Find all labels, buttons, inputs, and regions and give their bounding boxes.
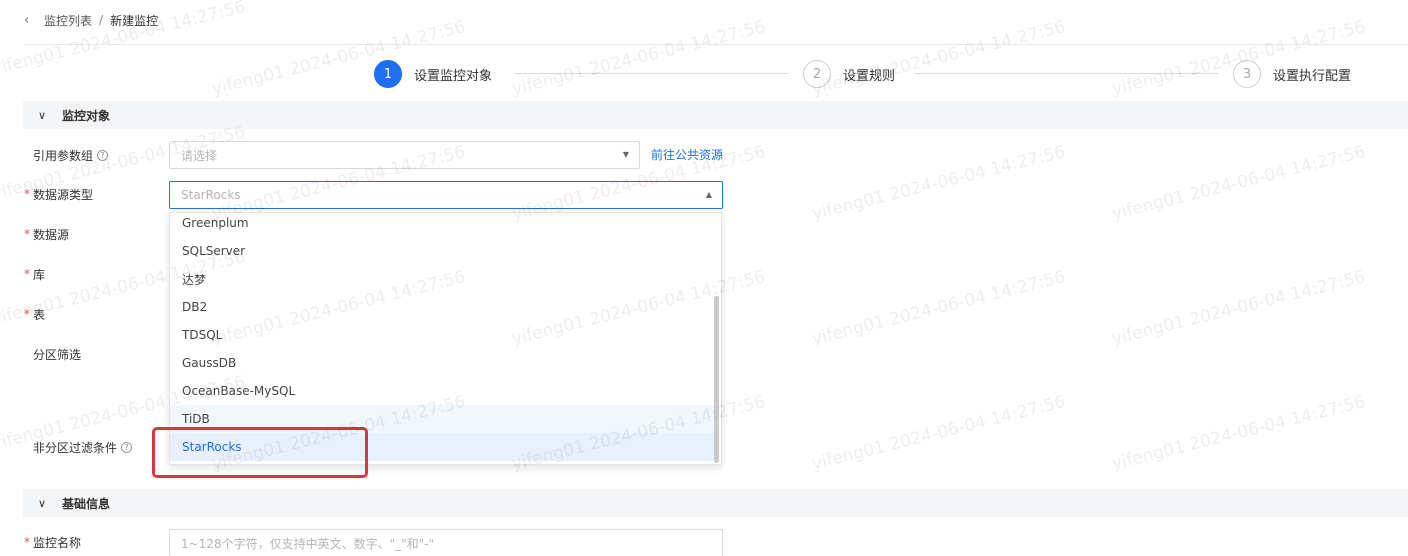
dropdown-option-greenplum[interactable]: Greenplum <box>170 213 716 237</box>
required-mark: * <box>24 267 30 281</box>
datasource-type-label: * 数据源类型 <box>24 184 93 204</box>
database-label-text: 库 <box>33 267 46 282</box>
required-mark: * <box>24 227 30 241</box>
breadcrumb: ‹ 监控列表 / 新建监控 <box>24 11 158 29</box>
param-group-placeholder: 请选择 <box>181 148 218 163</box>
table-label: * 表 <box>24 304 45 324</box>
datasource-label-text: 数据源 <box>33 227 70 242</box>
dropdown-option-sqlserver[interactable]: SQLServer <box>170 237 716 265</box>
monitor-name-input[interactable]: 1~128个字符，仅支持中英文、数字、"_"和"-" <box>169 529 723 556</box>
param-group-select[interactable]: 请选择 ▼ <box>169 141 640 169</box>
step-indicator: 1 设置监控对象 2 设置规则 3 设置执行配置 <box>0 59 1408 89</box>
step-3-number: 3 <box>1233 60 1261 88</box>
watermark: yifeng01 2024-06-04 14:27:56 <box>810 142 1068 225</box>
non-partition-filter-label: 非分区过滤条件 ? <box>24 437 133 457</box>
section-monitor-object[interactable]: ∨ 监控对象 <box>23 101 1408 129</box>
help-icon[interactable]: ? <box>97 149 109 161</box>
non-partition-filter-label-text: 非分区过滤条件 <box>33 440 118 455</box>
dropdown-option-gaussdb[interactable]: GaussDB <box>170 349 716 377</box>
datasource-type-value: StarRocks <box>181 188 241 202</box>
breadcrumb-current: 新建监控 <box>110 13 159 28</box>
breadcrumb-separator: / <box>99 13 104 27</box>
header-divider <box>24 44 1408 45</box>
caret-up-icon: ▲ <box>705 190 712 199</box>
monitor-name-placeholder: 1~128个字符，仅支持中英文、数字、"_"和"-" <box>181 536 435 551</box>
back-arrow-icon[interactable]: ‹ <box>24 13 38 28</box>
section-basic-info-title: 基础信息 <box>62 496 111 511</box>
required-mark: * <box>24 187 30 201</box>
step-3[interactable]: 3 设置执行配置 <box>1233 60 1351 88</box>
step-2-number: 2 <box>803 60 831 88</box>
param-group-label: 引用参数组 ? <box>24 145 109 165</box>
section-monitor-object-title: 监控对象 <box>62 108 111 123</box>
step-1-number: 1 <box>374 60 402 88</box>
partition-filter-label-text: 分区筛选 <box>33 347 82 362</box>
param-group-label-text: 引用参数组 <box>33 148 94 163</box>
help-icon[interactable]: ? <box>121 441 133 453</box>
table-label-text: 表 <box>33 307 46 322</box>
monitor-name-label: * 监控名称 <box>24 532 81 552</box>
monitor-name-label-text: 监控名称 <box>33 535 82 550</box>
dropdown-option-dameng[interactable]: 达梦 <box>170 265 716 293</box>
dropdown-option-oceanbase-mysql[interactable]: OceanBase-MySQL <box>170 377 716 405</box>
datasource-type-label-text: 数据源类型 <box>33 187 94 202</box>
watermark: yifeng01 2024-06-04 14:27:56 <box>810 392 1068 475</box>
section-basic-info[interactable]: ∨ 基础信息 <box>23 489 1408 517</box>
watermark: yifeng01 2024-06-04 14:27:56 <box>1110 392 1368 475</box>
caret-down-icon: ▼ <box>622 150 629 159</box>
step-connector-2 <box>914 73 1218 74</box>
dropdown-scrollbar[interactable] <box>714 296 719 463</box>
breadcrumb-monitor-list[interactable]: 监控列表 <box>44 12 92 29</box>
database-label: * 库 <box>24 264 45 284</box>
step-2-label: 设置规则 <box>843 68 896 84</box>
dropdown-option-tdsql[interactable]: TDSQL <box>170 321 716 349</box>
watermark: yifeng01 2024-06-04 14:27:56 <box>1110 267 1368 350</box>
step-3-label: 设置执行配置 <box>1273 68 1352 84</box>
step-2[interactable]: 2 设置规则 <box>803 60 895 88</box>
dropdown-option-db2[interactable]: DB2 <box>170 293 716 321</box>
required-mark: * <box>24 307 30 321</box>
partition-filter-label: 分区筛选 <box>24 344 81 364</box>
watermark: yifeng01 2024-06-04 14:27:56 <box>810 267 1068 350</box>
required-mark: * <box>24 535 30 549</box>
step-1[interactable]: 1 设置监控对象 <box>374 60 492 88</box>
datasource-label: * 数据源 <box>24 224 69 244</box>
chevron-down-icon[interactable]: ∨ <box>38 109 50 122</box>
step-1-label: 设置监控对象 <box>414 68 493 84</box>
chevron-down-icon[interactable]: ∨ <box>38 497 50 510</box>
goto-public-resource-link[interactable]: 前往公共资源 <box>651 146 723 163</box>
annotation-highlight-box <box>152 427 368 478</box>
watermark: yifeng01 2024-06-04 14:27:56 <box>1110 142 1368 225</box>
datasource-type-select[interactable]: StarRocks ▲ <box>169 181 723 209</box>
step-connector-1 <box>514 73 788 74</box>
